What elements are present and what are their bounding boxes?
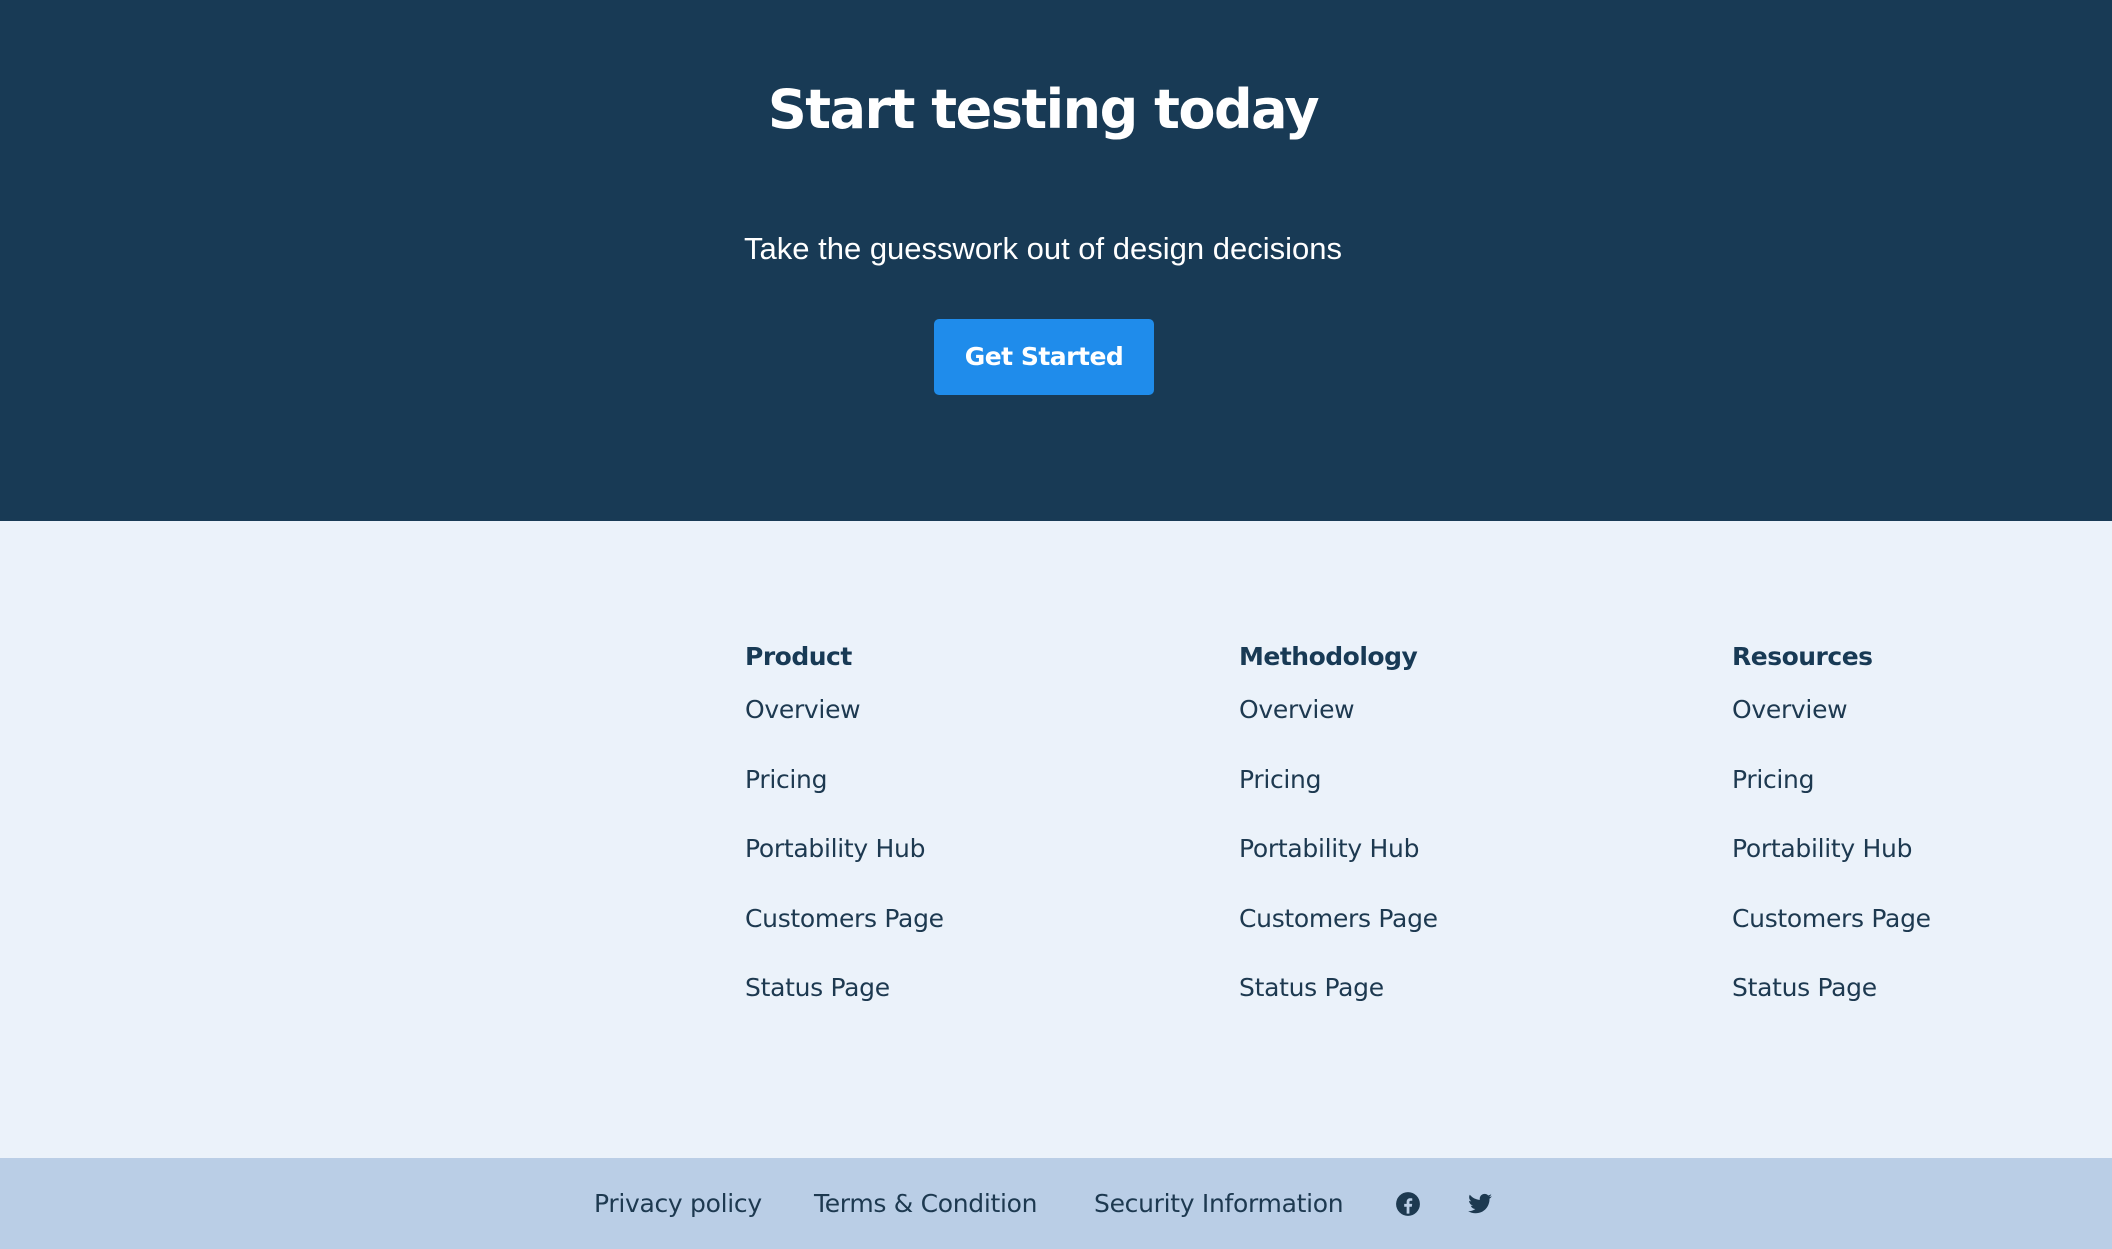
- get-started-button[interactable]: Get Started: [934, 319, 1154, 395]
- hero-subtitle: Take the guesswork out of design decisio…: [744, 231, 1342, 266]
- footer-link-status-page[interactable]: Status Page: [745, 971, 1075, 1041]
- footer-link-status-page[interactable]: Status Page: [1239, 971, 1569, 1041]
- hero-title: Start testing today: [767, 78, 1320, 141]
- facebook-icon[interactable]: [1395, 1191, 1421, 1217]
- column-link-list: Overview Pricing Portability Hub Custome…: [1732, 693, 2062, 1041]
- footer-link-pricing[interactable]: Pricing: [1239, 763, 1569, 833]
- footer-link-status-page[interactable]: Status Page: [1732, 971, 2062, 1041]
- footer-link-customers-page[interactable]: Customers Page: [1239, 902, 1569, 972]
- footer-link-customers-page[interactable]: Customers Page: [745, 902, 1075, 972]
- footer-link-pricing[interactable]: Pricing: [1732, 763, 2062, 833]
- footer-link-portability-hub[interactable]: Portability Hub: [1239, 832, 1569, 902]
- cta-hero-section: Start testing today Take the guesswork o…: [0, 0, 2112, 521]
- footer-column-resources: Resources Overview Pricing Portability H…: [1732, 641, 2062, 1041]
- footer-link-overview[interactable]: Overview: [1239, 693, 1569, 763]
- security-information-link[interactable]: Security Information: [1094, 1158, 1344, 1249]
- footer-column-methodology: Methodology Overview Pricing Portability…: [1239, 641, 1569, 1041]
- column-heading: Product: [745, 642, 852, 671]
- column-link-list: Overview Pricing Portability Hub Custome…: [745, 693, 1075, 1041]
- bottom-footer-bar: Privacy policy Terms & Condition Securit…: [0, 1158, 2112, 1249]
- privacy-policy-link[interactable]: Privacy policy: [594, 1158, 762, 1249]
- column-link-list: Overview Pricing Portability Hub Custome…: [1239, 693, 1569, 1041]
- footer-link-portability-hub[interactable]: Portability Hub: [1732, 832, 2062, 902]
- column-heading: Resources: [1732, 642, 1873, 671]
- footer-link-portability-hub[interactable]: Portability Hub: [745, 832, 1075, 902]
- column-heading: Methodology: [1239, 642, 1418, 671]
- footer-link-pricing[interactable]: Pricing: [745, 763, 1075, 833]
- footer-column-product: Product Overview Pricing Portability Hub…: [745, 641, 1075, 1041]
- twitter-icon[interactable]: [1467, 1191, 1493, 1217]
- footer-link-overview[interactable]: Overview: [1732, 693, 2062, 763]
- footer-links-area: Product Overview Pricing Portability Hub…: [0, 521, 2112, 1158]
- footer-link-overview[interactable]: Overview: [745, 693, 1075, 763]
- footer-link-customers-page[interactable]: Customers Page: [1732, 902, 2062, 972]
- terms-condition-link[interactable]: Terms & Condition: [814, 1158, 1038, 1249]
